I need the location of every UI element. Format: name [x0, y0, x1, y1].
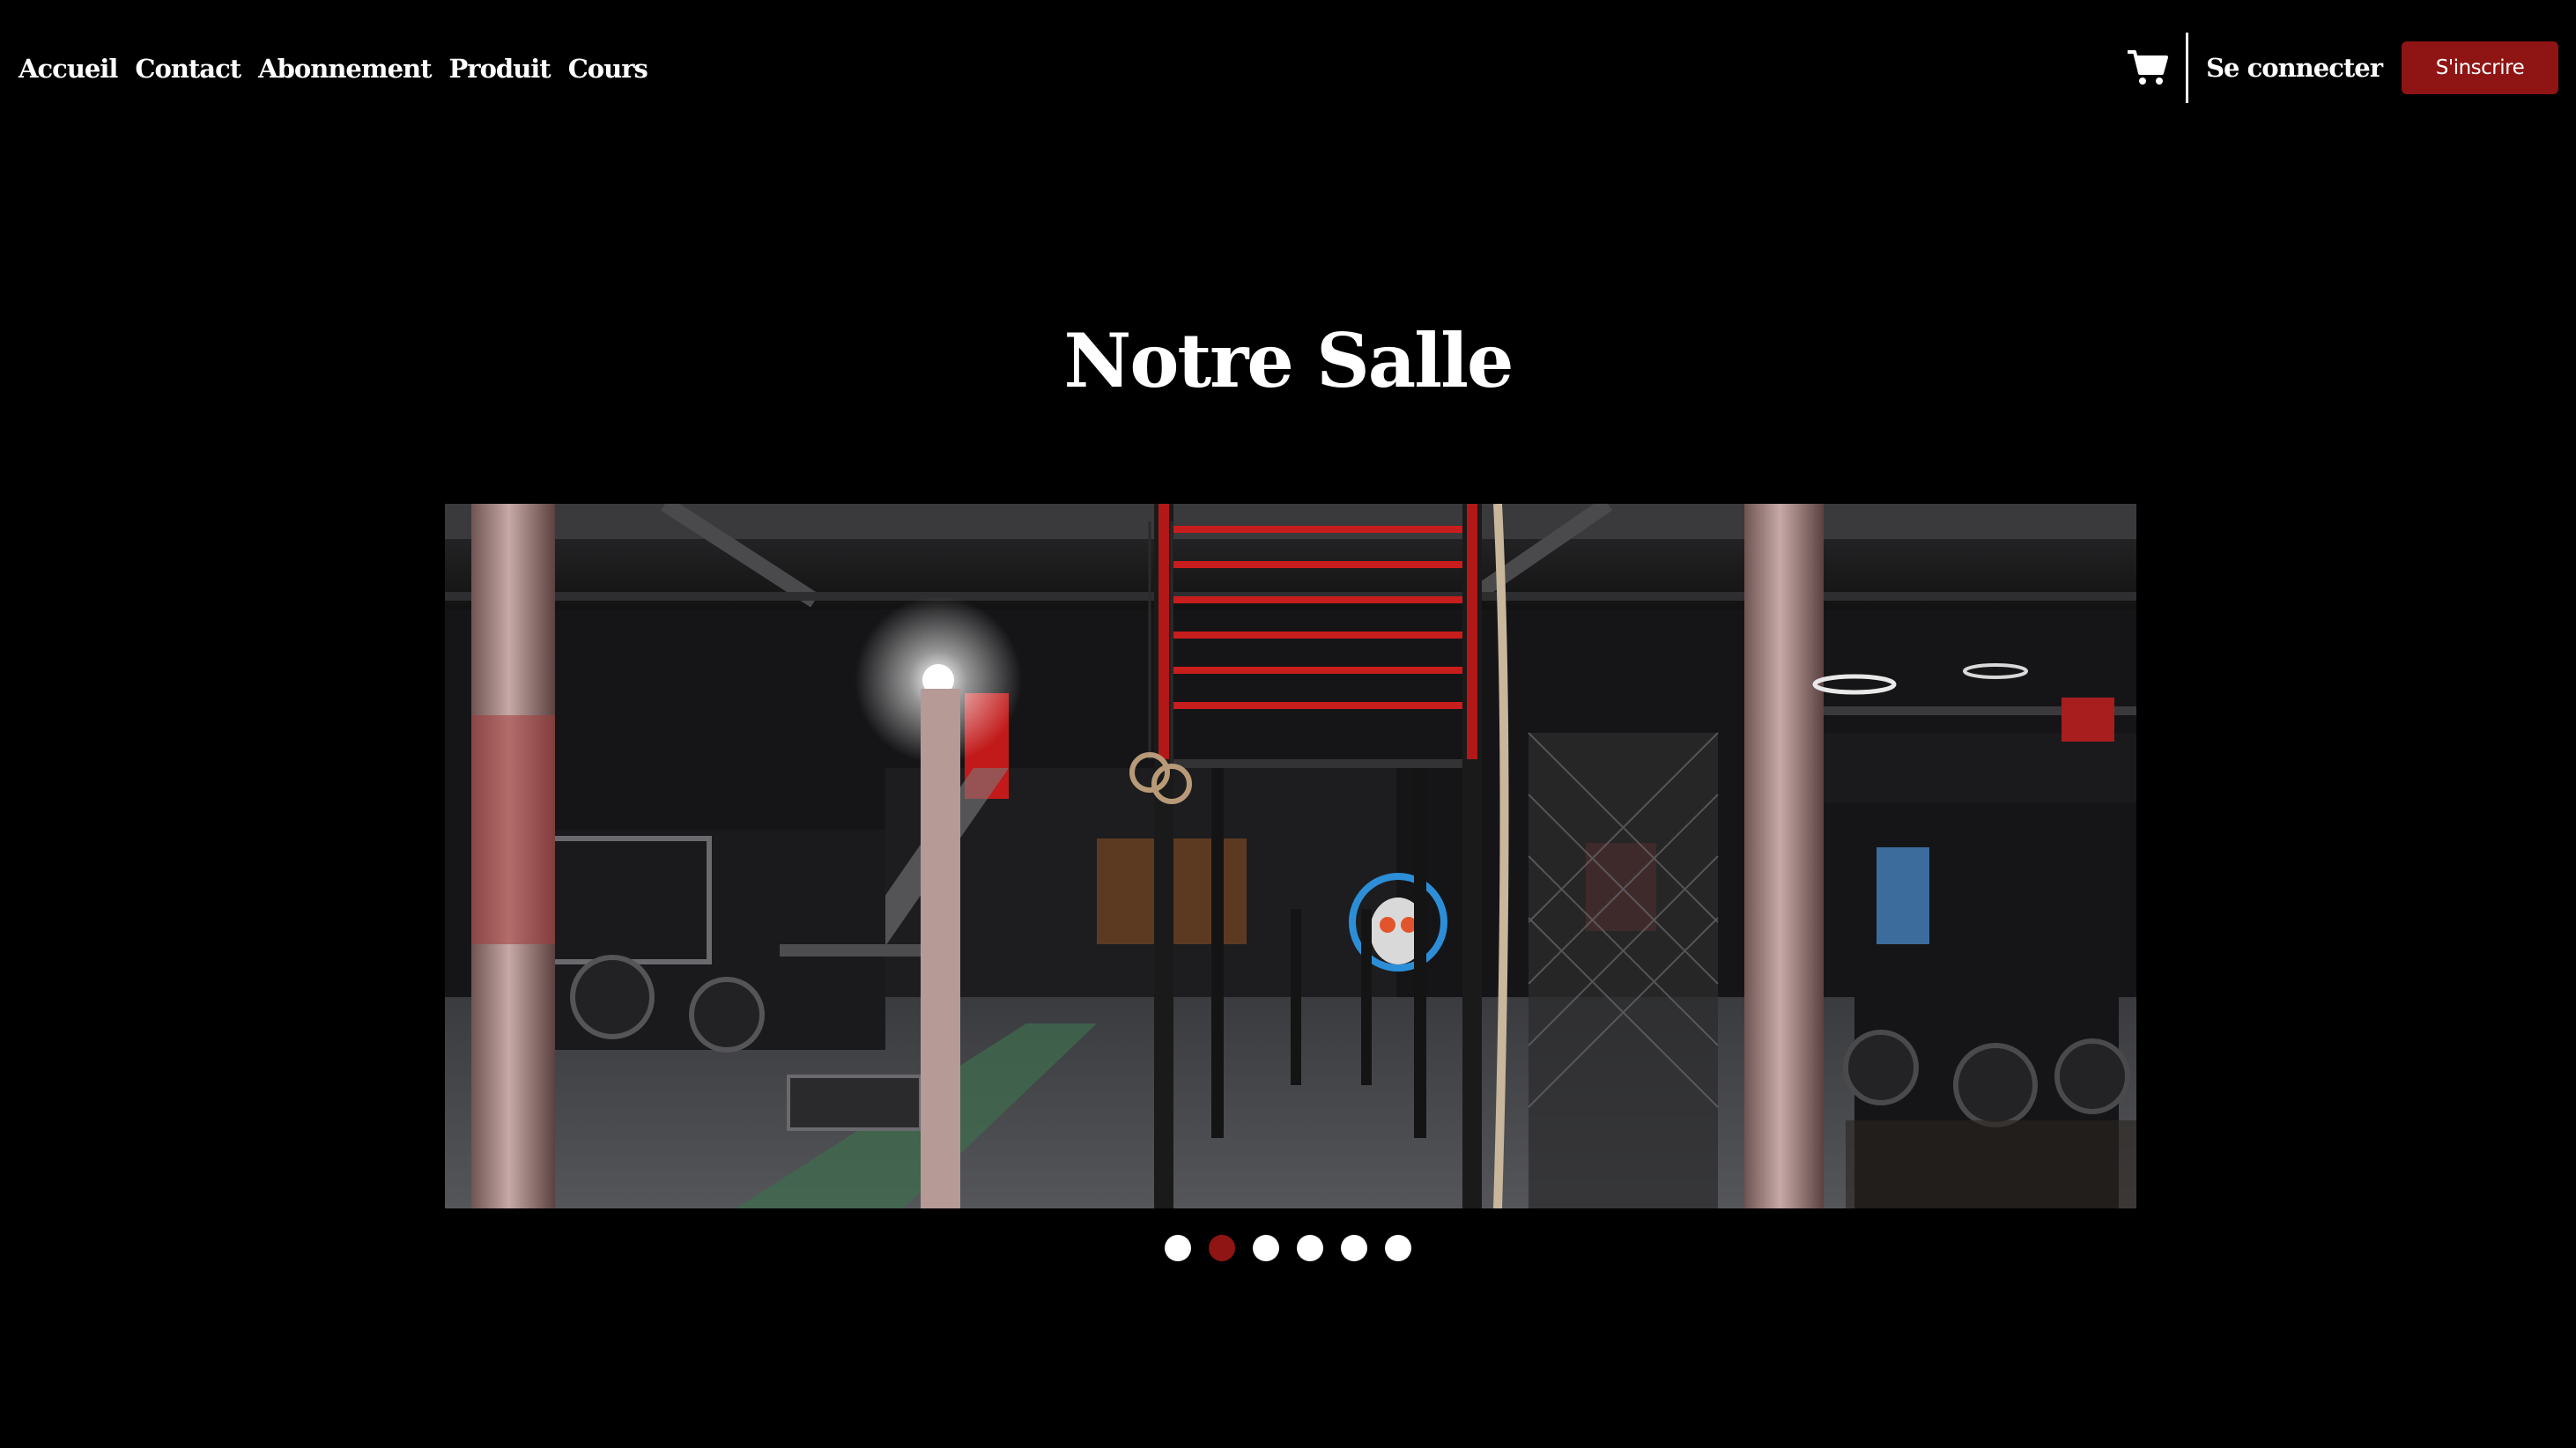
gym-slide-image [445, 504, 2136, 1208]
account-actions: Se connecter S'inscrire [2128, 33, 2558, 103]
slide-dot-2-active[interactable] [1209, 1235, 1235, 1261]
signup-button[interactable]: S'inscrire [2402, 41, 2558, 94]
main-menu: Accueil Contact Abonnement Produit Cours [19, 48, 648, 90]
slide-dot-1[interactable] [1165, 1235, 1191, 1261]
slideshow-indicators [0, 1235, 2576, 1261]
slide-dot-6[interactable] [1385, 1235, 1411, 1261]
nav-link-produit[interactable]: Produit [449, 54, 551, 84]
nav-link-abonnement[interactable]: Abonnement [258, 54, 432, 84]
slide-dot-3[interactable] [1253, 1235, 1279, 1261]
nav-link-contact[interactable]: Contact [135, 54, 241, 84]
page-title: Notre Salle [1063, 317, 1514, 404]
shopping-cart-icon[interactable] [2128, 48, 2169, 88]
nav-divider [2186, 33, 2189, 103]
slide-dot-4[interactable] [1297, 1235, 1323, 1261]
nav-link-accueil[interactable]: Accueil [19, 54, 118, 84]
nav-link-cours[interactable]: Cours [568, 54, 648, 84]
login-link[interactable]: Se connecter [2206, 53, 2383, 83]
slide-dot-5[interactable] [1341, 1235, 1367, 1261]
top-navigation: Accueil Contact Abonnement Produit Cours… [0, 0, 2576, 136]
